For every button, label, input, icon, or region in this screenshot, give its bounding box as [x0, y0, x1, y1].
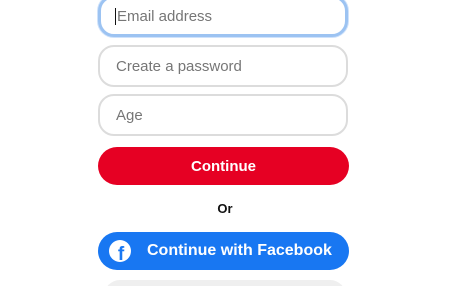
continue-button[interactable]: Continue: [98, 147, 349, 185]
age-placeholder: Age: [116, 106, 143, 124]
text-cursor: [115, 7, 116, 25]
continue-button-label: Continue: [191, 157, 256, 175]
email-field[interactable]: Email address: [98, 0, 348, 37]
signup-form: Email address Create a password Age Cont…: [0, 0, 450, 286]
facebook-button-label: Continue with Facebook: [147, 242, 332, 259]
email-placeholder: Email address: [117, 7, 213, 25]
password-field[interactable]: Create a password: [98, 45, 348, 87]
facebook-icon: f: [109, 240, 131, 262]
next-signin-button[interactable]: [104, 280, 346, 286]
password-placeholder: Create a password: [116, 57, 242, 75]
age-field[interactable]: Age: [98, 94, 348, 136]
or-divider: Or: [217, 201, 233, 216]
continue-with-facebook-button[interactable]: f Continue with Facebook: [98, 232, 349, 270]
